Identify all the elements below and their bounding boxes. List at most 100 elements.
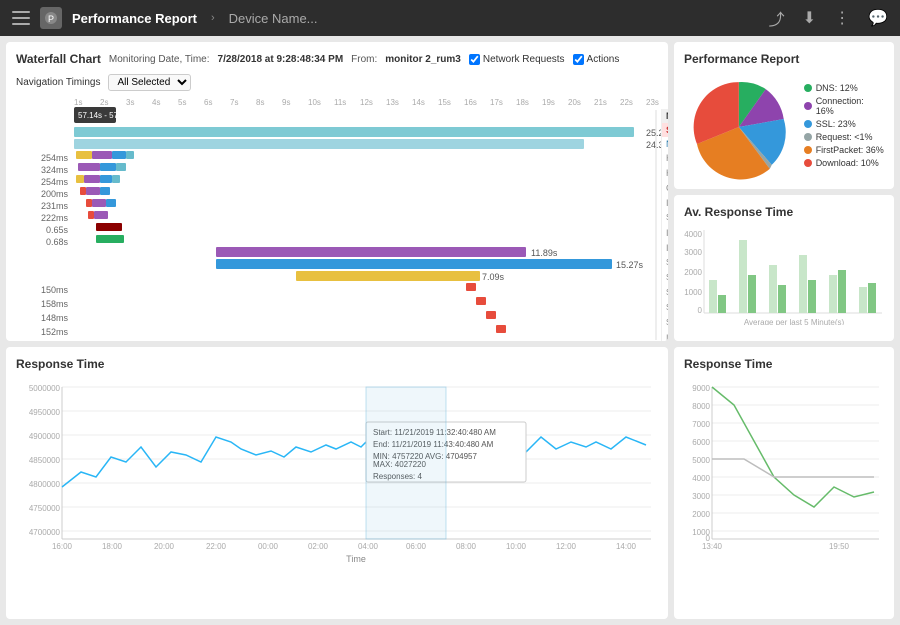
url-row-12: SCRIPT o/2x/googlelogo_color_120x44do.pn…	[662, 316, 668, 331]
svg-text:02:00: 02:00	[308, 542, 329, 551]
from-label: From:	[351, 54, 377, 65]
svg-text:14:00: 14:00	[616, 542, 637, 551]
url-col-header: Monitoring URL	[666, 111, 668, 121]
svg-text:2000: 2000	[684, 268, 702, 277]
pie-container: DNS: 12% Connection: 16% SSL: 23% Reques…	[684, 72, 884, 182]
url-row-2: HTML http://www.google.com/ 231B ✓	[662, 166, 668, 181]
svg-text:1000: 1000	[684, 288, 702, 297]
svg-text:15s: 15s	[438, 98, 451, 107]
avg-response-chart: 4000 3000 2000 1000 0	[684, 225, 884, 325]
svg-text:4800000: 4800000	[29, 480, 61, 489]
svg-text:13:40: 13:40	[702, 542, 723, 551]
svg-text:17s: 17s	[490, 98, 503, 107]
navigate-row: Navigate to 'http://google.com/'374.52KB	[662, 137, 668, 151]
response-time-left-title: Response Time	[16, 357, 658, 371]
url-table: Monitoring URL Size Step 1: Google - htt…	[661, 109, 668, 341]
svg-text:10s: 10s	[308, 98, 321, 107]
svg-text:21s: 21s	[594, 98, 607, 107]
chat-icon[interactable]: 💬	[868, 8, 888, 28]
svg-text:5s: 5s	[178, 98, 186, 107]
more-icon[interactable]: ⋮	[834, 8, 850, 28]
topbar: P Performance Report › Device Name... ⤴ …	[0, 0, 900, 36]
pie-legend: DNS: 12% Connection: 16% SSL: 23% Reques…	[804, 83, 884, 171]
svg-text:Average per last 5 Minute(s): Average per last 5 Minute(s)	[744, 318, 845, 325]
url-row-8: SCRIPT 2047w&t=wsr.1973.aft.1381.pr1.396…	[662, 256, 668, 271]
pie-legend-ssl: SSL: 23%	[804, 119, 884, 129]
actions-label: Actions	[587, 54, 620, 65]
svg-text:254ms: 254ms	[41, 153, 69, 163]
actions-checkbox[interactable]: Actions	[573, 54, 620, 65]
svg-text:4900000: 4900000	[29, 432, 61, 441]
svg-text:1s: 1s	[74, 98, 82, 107]
url-row-10: SCRIPT 2047_w&t=wsr.1973.aft.1381.pr1.39…	[662, 286, 668, 301]
response-time-left-chart: 5000000 4950000 4900000 4850000 4800000 …	[16, 377, 656, 562]
waterfall-title: Waterfall Chart	[16, 52, 101, 66]
svg-text:200ms: 200ms	[41, 189, 69, 199]
svg-text:9000: 9000	[692, 384, 710, 393]
app-logo: P	[40, 7, 62, 29]
url-row-4: IMG s/www.fat.by/scripts/by/2/xpemius.js…	[662, 196, 668, 211]
svg-text:22s: 22s	[620, 98, 633, 107]
svg-text:18s: 18s	[516, 98, 529, 107]
breadcrumb-sep: ›	[211, 12, 215, 24]
svg-text:254ms: 254ms	[41, 177, 69, 187]
svg-text:4000: 4000	[692, 474, 710, 483]
right-column-top: Performance Report	[674, 42, 894, 341]
svg-text:7000: 7000	[692, 420, 710, 429]
perf-report-title: Performance Report	[684, 52, 884, 66]
monitoring-value: 7/28/2018 at 9:28:48:34 PM	[218, 54, 344, 65]
download-icon[interactable]: ⬇	[803, 8, 816, 28]
pie-legend-connection: Connection: 16%	[804, 96, 884, 116]
svg-text:06:00: 06:00	[406, 542, 427, 551]
url-row-1: HTML http://google.com/ 219KB ✓	[662, 151, 668, 166]
pie-download-label: Download: 10%	[816, 158, 879, 168]
svg-text:57.14s - 57.26s ×: 57.14s - 57.26s ×	[78, 111, 140, 120]
svg-text:20:00: 20:00	[154, 542, 175, 551]
url-row-6: IMG o/2x/googlelogo_color_120x44do.png 4…	[662, 226, 668, 241]
svg-text:10:00: 10:00	[506, 542, 527, 551]
url-row-3: CSS https://www.google.com/?gws_rd=ssl..…	[662, 181, 668, 196]
svg-text:4950000: 4950000	[29, 408, 61, 417]
step-row: Step 1: Google - https://www.google.com.…	[662, 123, 668, 137]
all-selected-dropdown[interactable]: All Selected	[108, 74, 191, 91]
pie-chart	[684, 72, 794, 182]
svg-text:2000: 2000	[692, 510, 710, 519]
response-time-left-panel: Response Time 5000000 4950000 4900000 48…	[6, 347, 668, 619]
svg-text:3s: 3s	[126, 98, 134, 107]
svg-text:18:00: 18:00	[102, 542, 123, 551]
response-time-right-title: Response Time	[684, 357, 884, 371]
monitoring-label: Monitoring Date, Time:	[109, 54, 210, 65]
pie-ssl-label: SSL: 23%	[816, 119, 856, 129]
response-time-right-panel: Response Time 9000 8000 7000 6000 5000 4…	[674, 347, 894, 619]
svg-text:Time: Time	[346, 554, 366, 562]
svg-text:16s: 16s	[464, 98, 477, 107]
share-icon[interactable]: ⤴	[769, 6, 785, 30]
perf-report-panel: Performance Report	[674, 42, 894, 189]
svg-text:4000: 4000	[684, 230, 702, 239]
pie-legend-download: Download: 10%	[804, 158, 884, 168]
svg-text:23s: 23s	[646, 98, 659, 107]
pie-request-label: Request: <1%	[816, 132, 873, 142]
device-name: Device Name...	[229, 11, 318, 26]
svg-text:5000: 5000	[692, 456, 710, 465]
svg-text:16:00: 16:00	[52, 542, 73, 551]
svg-text:22:00: 22:00	[206, 542, 227, 551]
svg-text:0.65s: 0.65s	[46, 225, 69, 235]
url-row-13: IMG o0f3/mAmrGg9d2oZl8BcPbocbn2tiNg 7.15…	[662, 331, 668, 341]
network-requests-label: Network Requests	[483, 54, 565, 65]
response-time-right-chart: 9000 8000 7000 6000 5000 4000 3000 2000 …	[684, 377, 884, 552]
svg-text:6000: 6000	[692, 438, 710, 447]
svg-text:2s: 2s	[100, 98, 108, 107]
network-requests-checkbox[interactable]: Network Requests	[469, 54, 565, 65]
svg-text:00:00: 00:00	[258, 542, 279, 551]
svg-text:231ms: 231ms	[41, 201, 69, 211]
menu-icon[interactable]	[12, 11, 30, 25]
svg-text:324ms: 324ms	[41, 165, 69, 175]
pie-dns-label: DNS: 12%	[816, 83, 858, 93]
svg-text:4s: 4s	[152, 98, 160, 107]
url-row-11: SCRIPT o/2x/googlelogo_color_272x92do.pn…	[662, 301, 668, 316]
svg-text:12s: 12s	[360, 98, 373, 107]
url-row-9: SCRIPT o/2x/googlelogo_color_272x92dp.pn…	[662, 271, 668, 286]
pie-connection-label: Connection: 16%	[816, 96, 884, 116]
pie-legend-dns: DNS: 12%	[804, 83, 884, 93]
